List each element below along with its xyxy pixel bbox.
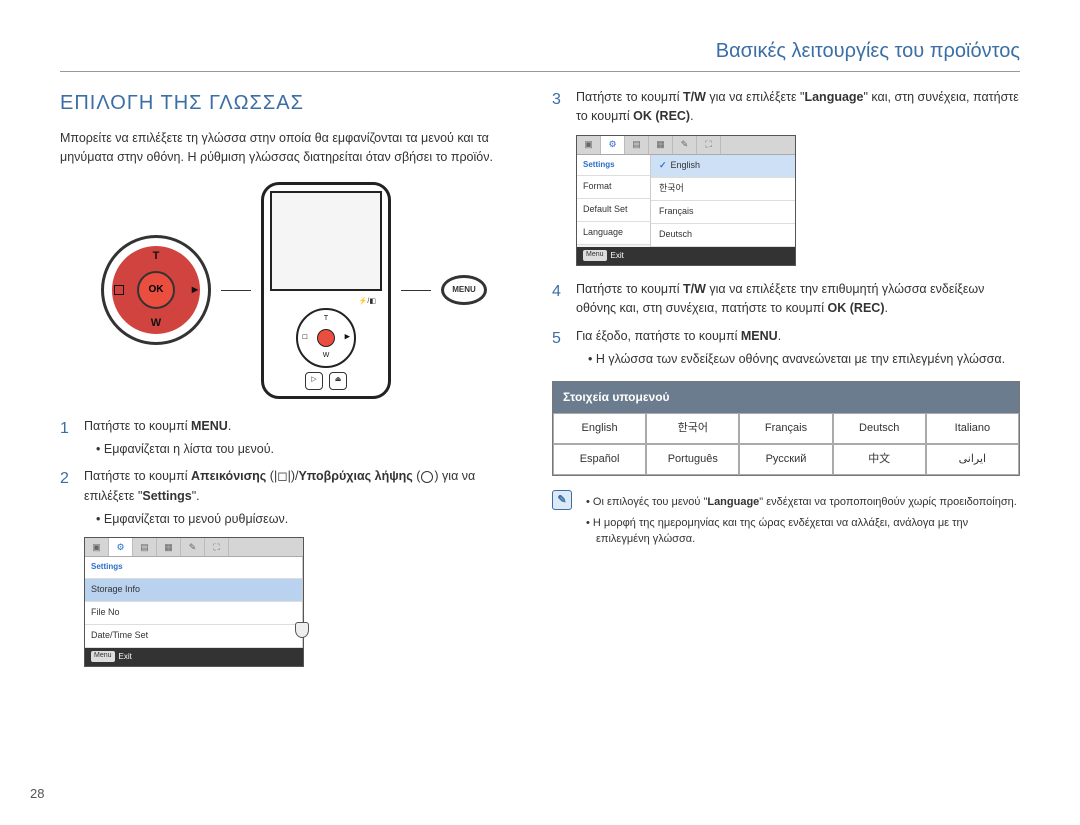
- dpad-left-icon: [114, 285, 124, 295]
- submenu-item: Deutsch: [833, 413, 926, 444]
- submenu-item: 中文: [833, 444, 926, 475]
- right-column: 3 Πατήστε το κουμπί T/W για να επιλέξετε…: [552, 88, 1020, 667]
- step-2: 2 Πατήστε το κουμπί Απεικόνισης (|◻|)/Υπ…: [60, 467, 528, 529]
- ok-button-icon: OK: [137, 271, 175, 309]
- left-column: ΕΠΙΛΟΓΗ ΤΗΣ ΓΛΩΣΣΑΣ Μπορείτε να επιλέξετ…: [60, 88, 528, 667]
- camcorder-screen: [270, 191, 382, 291]
- note-2: Η μορφή της ημερομηνίας και της ώρας ενδ…: [586, 515, 1020, 548]
- step-number: 1: [60, 417, 74, 460]
- language-row: Deutsch: [651, 224, 795, 247]
- notes-box: ✎ Οι επιλογές του μενού "Language" ενδέχ…: [552, 490, 1020, 548]
- step-1: 1 Πατήστε το κουμπί MENU. Εμφανίζεται η …: [60, 417, 528, 460]
- mini-dpad: T W ◻ ▶: [296, 308, 356, 368]
- dpad-w-label: W: [151, 315, 161, 332]
- tab-icon: ⛶: [205, 538, 229, 556]
- submenu-item: ایرانی: [926, 444, 1019, 475]
- section-title: ΕΠΙΛΟΓΗ ΤΗΣ ΓΛΩΣΣΑΣ: [60, 88, 528, 119]
- settings-row: Date/Time Set: [85, 625, 302, 648]
- submenu-title: Στοιχεία υπομενού: [553, 382, 1019, 413]
- shield-icon: [295, 622, 309, 638]
- step-number: 2: [60, 467, 74, 529]
- language-row: Français: [651, 201, 795, 224]
- step-5-bullet: Η γλώσσα των ενδείξεων οθόνης ανανεώνετα…: [588, 350, 1020, 369]
- settings-screenshot-1: ▣ ⚙ ▤ ▦ ✎ ⛶ Settings Storage Info File N…: [84, 537, 304, 667]
- step-4: 4 Πατήστε το κουμπί T/W για να επιλέξετε…: [552, 280, 1020, 319]
- dpad-t-label: T: [153, 248, 160, 265]
- submenu-item: Français: [739, 413, 832, 444]
- tab-icon: ▦: [649, 136, 673, 154]
- language-row: 한국어: [651, 178, 795, 201]
- device-illustration: OK T W ▶ ⚡/◧ T W ◻ ▶: [60, 182, 528, 399]
- submenu-item: Português: [646, 444, 739, 475]
- camcorder-body: ⚡/◧ T W ◻ ▶ ▷ ⏏: [261, 182, 391, 399]
- submenu-item: Español: [553, 444, 646, 475]
- menu-button-icon: MENU: [441, 275, 487, 305]
- language-row: ✓English: [651, 155, 795, 178]
- settings-row: File No: [85, 602, 302, 625]
- step-1-bullet: Εμφανίζεται η λίστα του μενού.: [96, 440, 528, 459]
- page-header: Βασικές λειτουργίες του προϊόντος: [60, 40, 1020, 72]
- menu-chip: Menu: [91, 651, 115, 662]
- exit-label: Exit: [119, 651, 132, 663]
- eject-small-icon: ⏏: [329, 372, 347, 390]
- dpad-right-icon: ▶: [192, 284, 198, 296]
- submenu-item: Italiano: [926, 413, 1019, 444]
- check-icon: ✓: [659, 159, 667, 173]
- charge-icon: ⚡/◧: [359, 297, 376, 308]
- play-small-icon: ▷: [305, 372, 323, 390]
- note-1: Οι επιλογές του μενού "Language" ενδέχετ…: [586, 494, 1020, 511]
- dpad-control: OK T W ▶: [101, 235, 211, 345]
- submenu-item: English: [553, 413, 646, 444]
- tab-settings-icon: ⚙: [109, 538, 133, 556]
- step-2-bullet: Εμφανίζεται το μενού ρυθμίσεων.: [96, 510, 528, 529]
- settings-header: Settings: [85, 557, 302, 578]
- settings-header: Settings: [577, 155, 650, 176]
- submenu-item: 한국어: [646, 413, 739, 444]
- settings-row: Format: [577, 176, 650, 199]
- underwater-icon: [421, 471, 433, 483]
- tab-icon: ▤: [133, 538, 157, 556]
- tab-icon: ▦: [157, 538, 181, 556]
- tab-icon: ✎: [673, 136, 697, 154]
- tab-icon: ▣: [85, 538, 109, 556]
- settings-screenshot-2: ▣ ⚙ ▤ ▦ ✎ ⛶ Settings Format Default Set …: [576, 135, 796, 266]
- step-5: 5 Για έξοδο, πατήστε το κουμπί MENU. Η γ…: [552, 327, 1020, 370]
- page-number: 28: [30, 786, 44, 801]
- intro-paragraph: Μπορείτε να επιλέξετε τη γλώσσα στην οπο…: [60, 129, 528, 168]
- exit-label: Exit: [611, 250, 624, 262]
- submenu-table: Στοιχεία υπομενού English 한국어 Français D…: [552, 381, 1020, 476]
- tab-settings-icon: ⚙: [601, 136, 625, 154]
- note-icon: ✎: [552, 490, 572, 510]
- settings-row: Language: [577, 222, 650, 245]
- menu-chip: Menu: [583, 250, 607, 261]
- tab-icon: ▤: [625, 136, 649, 154]
- tab-icon: ▣: [577, 136, 601, 154]
- settings-row: Storage Info: [85, 579, 302, 602]
- settings-row: Default Set: [577, 199, 650, 222]
- tab-icon: ⛶: [697, 136, 721, 154]
- submenu-item: Русский: [739, 444, 832, 475]
- step-3: 3 Πατήστε το κουμπί T/W για να επιλέξετε…: [552, 88, 1020, 127]
- step-number: 4: [552, 280, 566, 319]
- tab-icon: ✎: [181, 538, 205, 556]
- step-number: 5: [552, 327, 566, 370]
- step-number: 3: [552, 88, 566, 127]
